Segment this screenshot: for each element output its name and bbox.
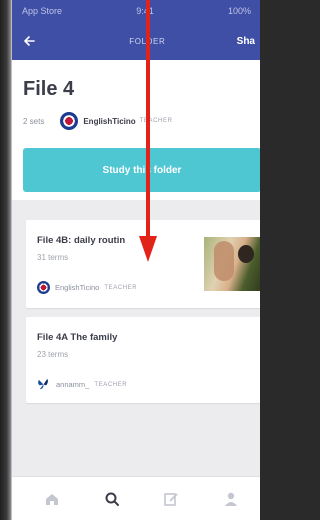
device-frame: App Store 9:41 100% FOLDER Sha File 4 2 … (0, 0, 260, 520)
app-screen: App Store 9:41 100% FOLDER Sha File 4 2 … (11, 0, 260, 520)
search-icon (105, 492, 119, 506)
folder-meta: 2 sets EnglishTicino TEACHER (23, 112, 173, 130)
study-set-title: File 4B: daily routin (37, 235, 126, 246)
sets-count: 2 sets (23, 116, 45, 126)
study-folder-button[interactable]: Study this folder (23, 148, 260, 192)
nav-search[interactable] (96, 483, 128, 515)
author-name: EnglishTicino (55, 283, 100, 292)
study-set-terms: 31 terms (37, 253, 69, 262)
nav-profile[interactable] (215, 483, 247, 515)
back-arrow-icon (24, 36, 35, 46)
author-avatar (37, 281, 50, 294)
nav-create[interactable] (155, 483, 187, 515)
status-bar: App Store 9:41 100% (12, 0, 260, 22)
app-bar: FOLDER Sha (12, 22, 260, 60)
creator-role-badge: TEACHER (139, 118, 173, 124)
study-set-card[interactable]: File 4A The family 23 terms annamm_ TEAC… (26, 317, 260, 403)
author-role-badge: TEACHER (104, 284, 138, 291)
study-set-author: annamm_ TEACHER (37, 378, 127, 391)
creator-avatar[interactable] (60, 112, 79, 130)
app-bar-title: FOLDER (129, 36, 166, 46)
create-icon (164, 492, 179, 506)
study-set-terms: 23 terms (37, 350, 69, 359)
status-carrier: App Store (22, 6, 63, 16)
nav-home[interactable] (36, 483, 68, 515)
back-button[interactable] (12, 22, 46, 60)
creator-name[interactable]: EnglishTicino (83, 117, 135, 126)
butterfly-avatar-icon (38, 378, 48, 390)
author-role-badge: TEACHER (94, 381, 128, 388)
study-set-title: File 4A The family (37, 332, 118, 343)
device-bezel (0, 0, 11, 520)
folder-header: File 4 2 sets EnglishTicino TEACHER Stud… (12, 60, 260, 200)
study-set-author: EnglishTicino TEACHER (37, 281, 137, 294)
status-battery: 100% (227, 6, 251, 16)
study-set-list: File 4B: daily routin 31 terms EnglishTi… (12, 200, 260, 476)
study-set-thumbnail (204, 237, 260, 291)
study-set-card[interactable]: File 4B: daily routin 31 terms EnglishTi… (26, 220, 260, 308)
share-button[interactable]: Sha (237, 36, 260, 47)
home-icon (45, 493, 58, 505)
folder-title: File 4 (23, 78, 75, 100)
status-time: 9:41 (136, 6, 154, 16)
bottom-navigation (12, 476, 260, 520)
profile-icon (225, 492, 238, 506)
author-name: annamm_ (56, 380, 90, 389)
